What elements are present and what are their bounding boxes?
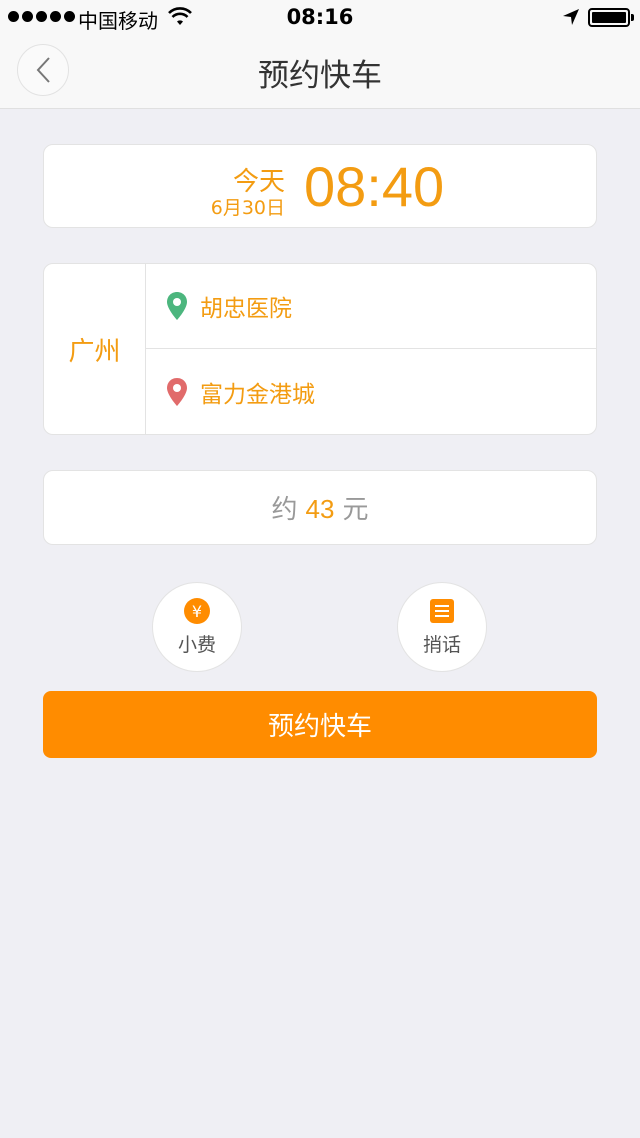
end-pin-icon (167, 377, 187, 406)
book-ride-button[interactable]: 预约快车 (43, 691, 597, 758)
price-prefix: 约 (271, 495, 298, 525)
price-estimate-card[interactable]: 约 43 元 (43, 470, 597, 545)
start-pin-icon (167, 292, 187, 320)
city-selector[interactable]: 广州 (44, 264, 146, 434)
price-estimate: 约 43 元 (272, 489, 369, 526)
pickup-text: 胡忠医院 (200, 296, 292, 322)
status-bar: 中国移动 08:16 (0, 0, 640, 36)
location-arrow-icon (563, 9, 579, 25)
dropoff-location[interactable]: 富力金港城 (146, 349, 597, 434)
price-amount: 43 (305, 494, 335, 524)
message-label: 捎话 (422, 633, 461, 656)
tip-button[interactable]: ¥ 小费 (152, 582, 242, 672)
status-time: 08:16 (286, 5, 354, 29)
page-title: 预约快车 (258, 58, 382, 94)
schedule-time-card[interactable]: 今天 6月30日 08:40 (43, 144, 597, 228)
schedule-time: 08:40 (304, 155, 445, 218)
message-button[interactable]: 捎话 (397, 582, 487, 672)
tip-label: 小费 (177, 633, 216, 656)
dropoff-text: 富力金港城 (200, 381, 315, 408)
top-bar: 中国移动 08:16 预约快车 (0, 0, 640, 109)
yen-coin-icon: ¥ (184, 597, 210, 624)
schedule-date: 6月30日 (210, 197, 285, 219)
pickup-location[interactable]: 胡忠医院 (146, 264, 597, 349)
battery-icon (588, 8, 634, 27)
note-icon (430, 598, 454, 623)
route-card: 广州 胡忠医院 富力金港城 (43, 263, 597, 435)
price-unit: 元 (342, 495, 369, 525)
svg-text:¥: ¥ (192, 602, 202, 621)
